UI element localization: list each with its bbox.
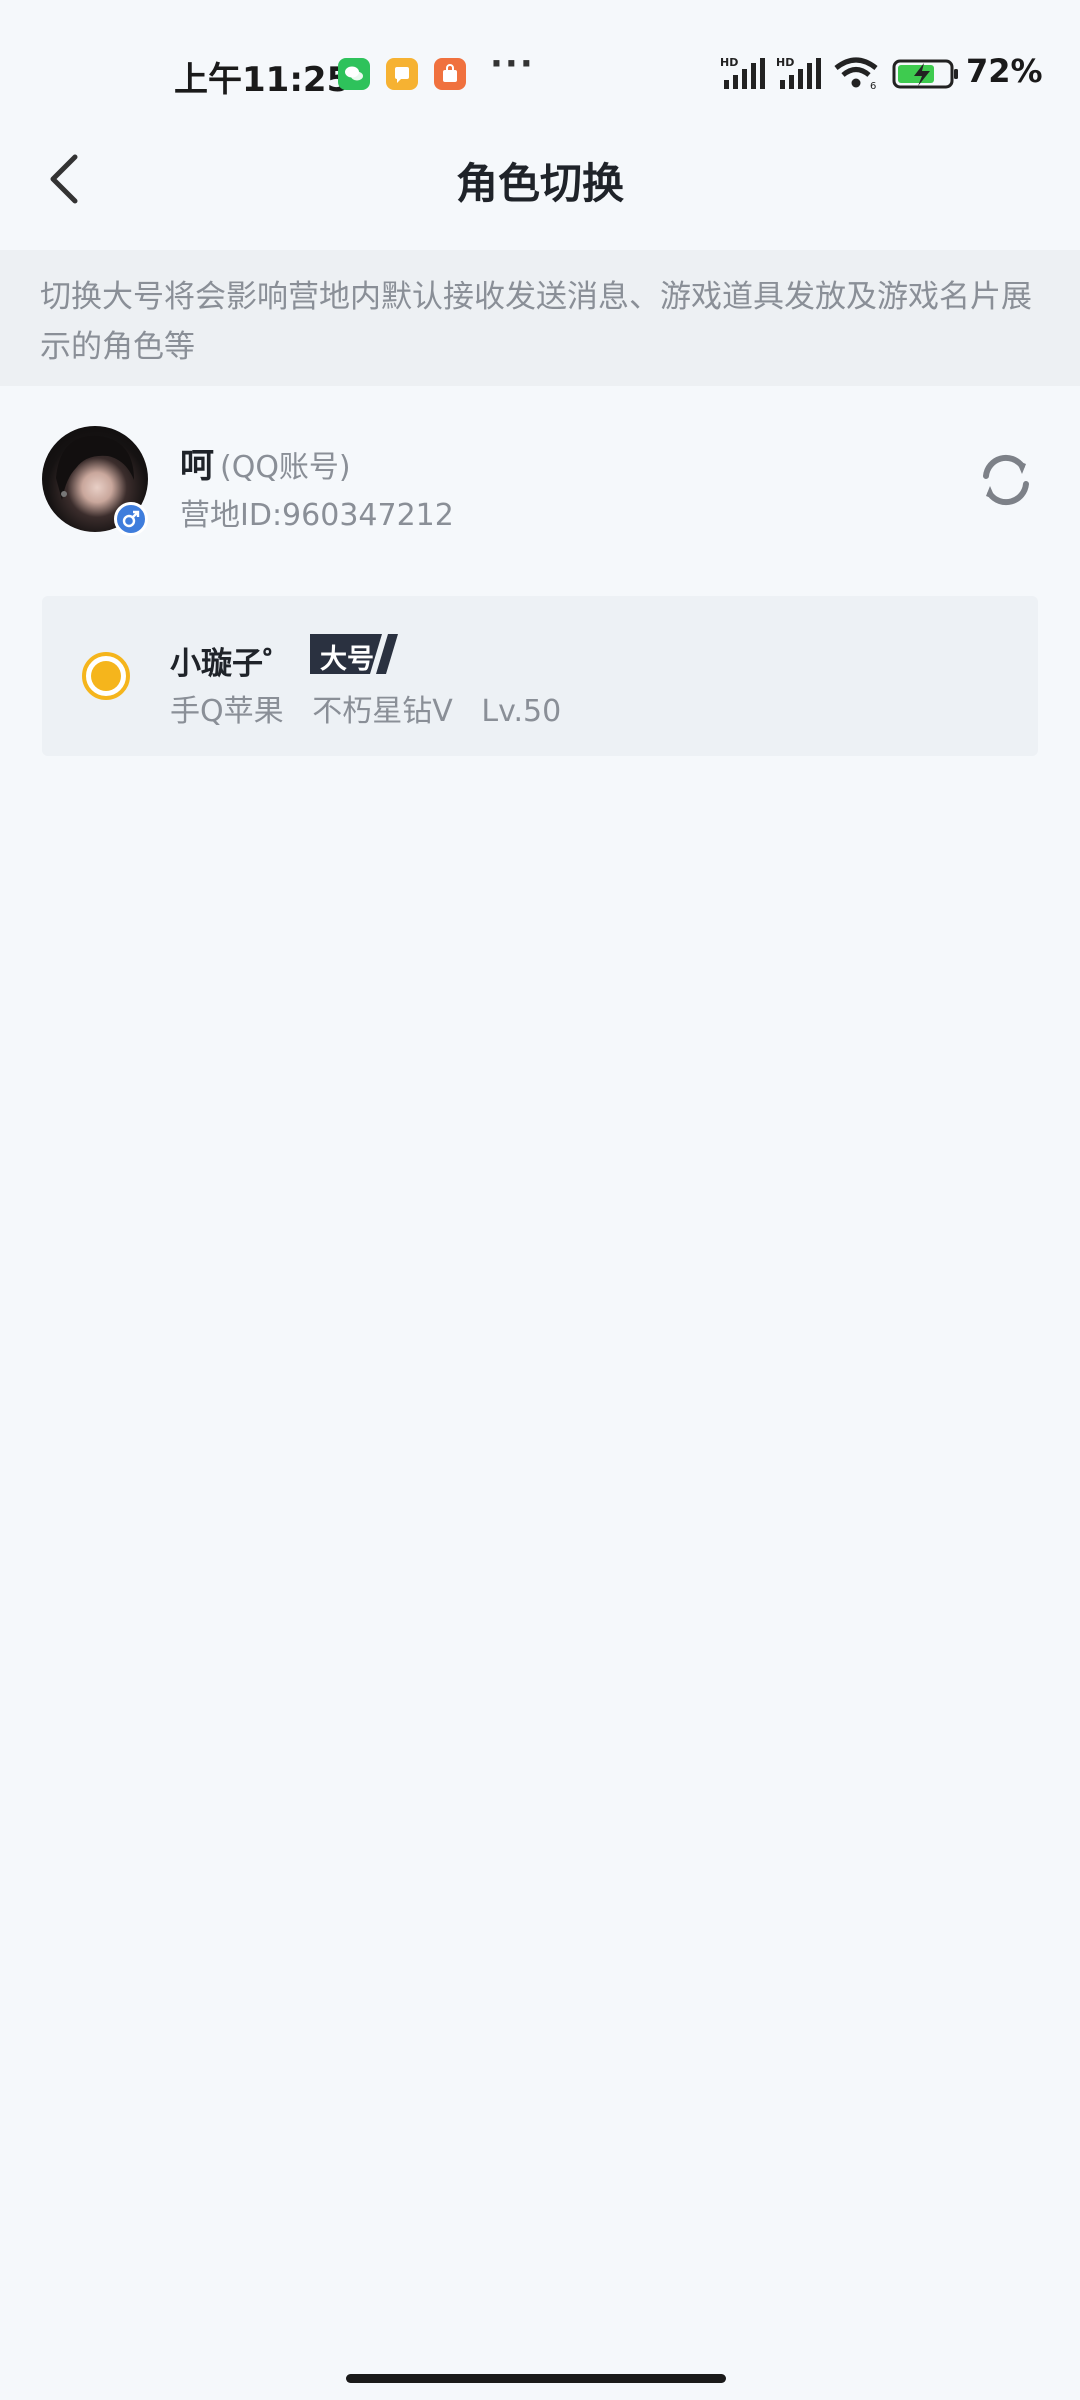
account-name: 呵 [180,446,214,486]
status-bar: 上午11:25 ··· HD HD 6 72% [0,0,1080,150]
signal-hd-icon: HD [720,56,765,89]
svg-text:6: 6 [870,81,876,90]
role-switch-page: 上午11:25 ··· HD HD 6 72% 角色切换 切换大号将会影响营地内… [0,0,1080,2400]
main-role-tag: 大号 [310,634,406,675]
role-name: 小璇子゜ [170,646,294,682]
notice-text: 切换大号将会影响营地内默认接收发送消息、游戏道具发放及游戏名片展示的角色等 [40,279,1032,365]
message-icon [386,58,418,90]
radio-selected-icon[interactable] [80,650,132,702]
male-gender-icon [114,502,148,536]
role-item[interactable]: 小璇子゜ 大号 手Q苹果 不朽星钻Ⅴ Lv.50 [42,596,1038,756]
camp-id: 营地ID:960347212 [180,498,454,533]
signal-hd-icon: HD [776,56,821,89]
role-tag-label: 大号 [320,644,374,675]
notice-banner: 切换大号将会影响营地内默认接收发送消息、游戏道具发放及游戏名片展示的角色等 [0,250,1080,386]
role-info: 手Q苹果 不朽星钻Ⅴ Lv.50 [170,694,562,729]
more-notifications-icon: ··· [490,44,535,84]
page-title: 角色切换 [455,159,624,208]
shop-icon [434,58,466,90]
status-time: 上午11:25 [174,60,351,100]
svg-text:HD: HD [776,56,794,69]
account-info: 呵 (QQ账号) 营地ID:960347212 [0,420,1080,540]
account-type: (QQ账号) [220,450,351,485]
home-indicator[interactable] [346,2374,726,2383]
wechat-icon [338,58,370,90]
refresh-icon [983,454,1029,506]
wifi-icon: 6 [834,57,878,90]
refresh-button[interactable] [976,450,1036,510]
battery-percent: 72% [966,52,1043,90]
battery-icon [892,59,958,89]
svg-text:HD: HD [720,56,738,69]
